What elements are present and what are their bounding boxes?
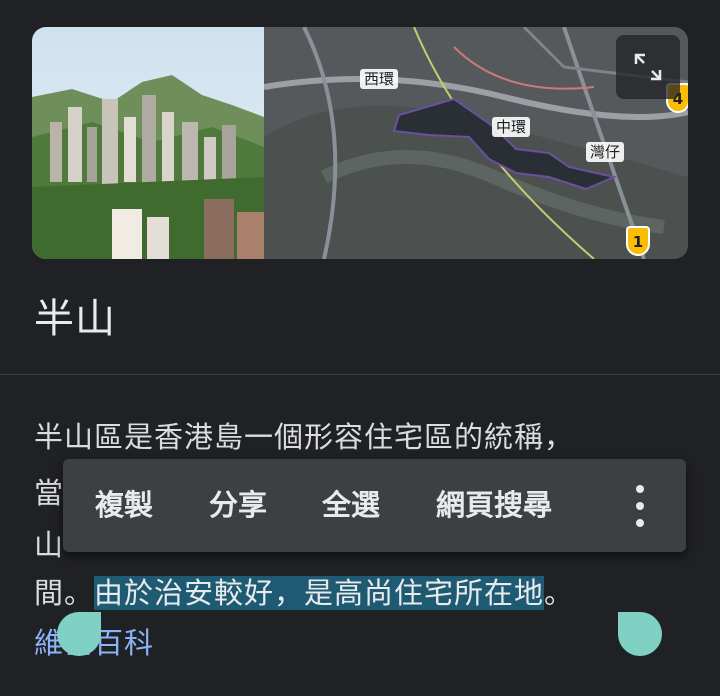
selection-handle-end[interactable] — [618, 612, 662, 656]
more-options-button[interactable] — [625, 483, 655, 529]
map-label-sai-wan: 西環 — [360, 69, 399, 89]
description-line-2: 當 — [34, 476, 65, 510]
web-search-button[interactable]: 網頁搜尋 — [436, 459, 552, 552]
description-line-4-prefix: 間。 — [34, 576, 95, 610]
page-title: 半山 — [34, 296, 116, 342]
description-line-4: 間。由於治安較好，是高尚住宅所在地。 — [34, 570, 574, 612]
select-all-button[interactable]: 全選 — [322, 459, 380, 552]
description-line-3: 山 — [34, 528, 65, 562]
more-vert-icon-dot — [636, 519, 644, 527]
expand-icon — [634, 53, 662, 81]
more-vert-icon — [636, 485, 644, 493]
selection-handle-start[interactable] — [57, 612, 101, 656]
text-selection-menu: 複製 分享 全選 網頁搜尋 — [63, 459, 686, 552]
map-label-central: 中環 — [492, 117, 531, 137]
mid-levels-photo[interactable] — [32, 27, 264, 259]
knowledge-panel-media: 西環 中環 灣仔 4 1 — [32, 27, 688, 259]
description-line-4-suffix: 。 — [544, 576, 575, 610]
selected-text[interactable]: 由於治安較好，是高尚住宅所在地 — [94, 576, 545, 610]
expand-map-button[interactable] — [616, 35, 680, 99]
description-line-1: 半山區是香港島一個形容住宅區的統稱， — [34, 420, 575, 454]
share-button[interactable]: 分享 — [209, 459, 267, 552]
divider — [0, 374, 720, 375]
copy-button[interactable]: 複製 — [95, 459, 153, 552]
more-vert-icon-dot — [636, 502, 644, 510]
area-map[interactable]: 西環 中環 灣仔 4 1 — [264, 27, 688, 259]
map-label-wan-chai: 灣仔 — [586, 142, 625, 162]
route-badge-bottom: 1 — [626, 226, 650, 256]
